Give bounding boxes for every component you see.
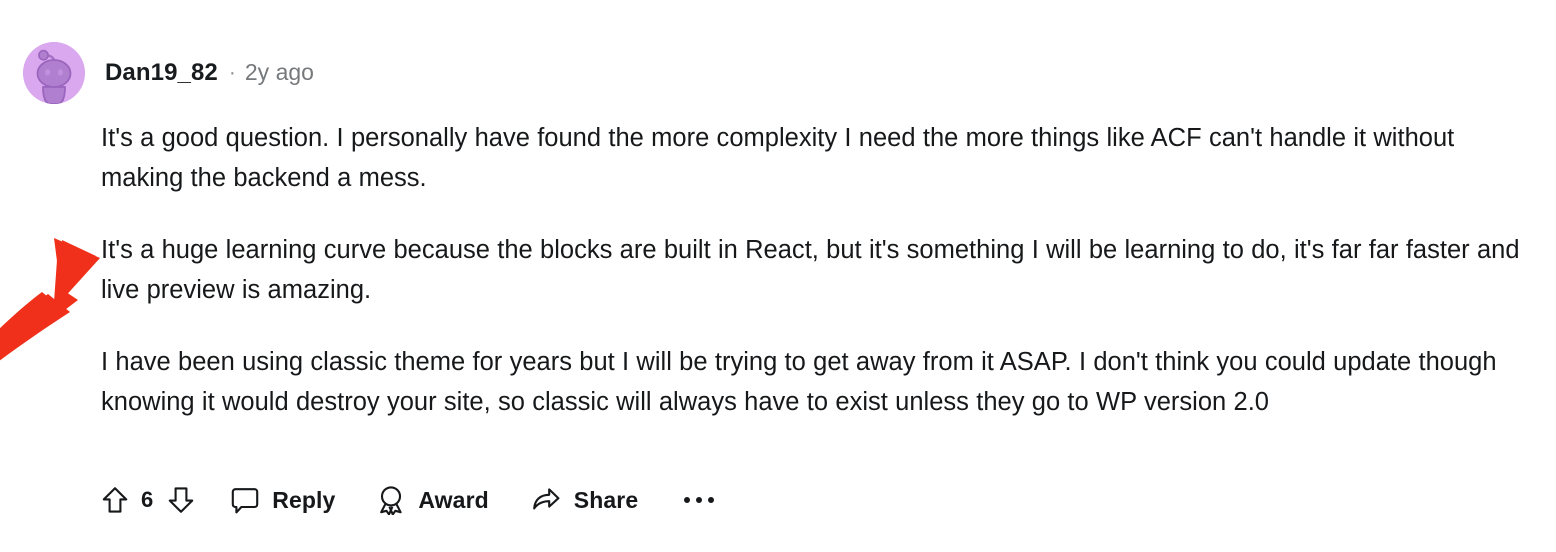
upvote-arrow-icon[interactable] — [101, 485, 129, 515]
reply-button[interactable]: Reply — [231, 486, 335, 515]
comment-paragraph: I have been using classic theme for year… — [101, 348, 1497, 416]
award-medal-icon — [377, 485, 405, 515]
award-button[interactable]: Award — [377, 485, 489, 515]
downvote-arrow-icon[interactable] — [167, 485, 195, 515]
meta-separator: · — [228, 61, 236, 84]
more-options-icon[interactable] — [684, 497, 715, 503]
reddit-comment: Dan19_82 · 2y ago It's a good question. … — [0, 0, 1556, 552]
overflow-dot — [684, 497, 691, 503]
comment-bubble-icon — [231, 486, 259, 515]
award-label: Award — [418, 486, 489, 513]
snoo-avatar-icon — [23, 42, 85, 104]
share-arrow-icon — [531, 486, 561, 514]
vote-count: 6 — [141, 487, 154, 512]
comment-paragraph: It's a huge learning curve because the b… — [101, 236, 1520, 304]
vote-group: 6 — [101, 485, 195, 515]
comment-meta: Dan19_82 · 2y ago — [105, 59, 314, 87]
comment-paragraph: It's a good question. I personally have … — [101, 124, 1455, 192]
overflow-dot — [696, 497, 703, 503]
comment-timestamp: 2y ago — [244, 59, 314, 85]
comment-action-bar: 6 Reply Award Share — [101, 479, 715, 521]
reply-label: Reply — [272, 486, 336, 513]
share-label: Share — [573, 486, 639, 513]
avatar[interactable] — [23, 42, 85, 104]
share-button[interactable]: Share — [531, 486, 638, 514]
overflow-dot — [708, 497, 715, 503]
comment-header: Dan19_82 · 2y ago — [23, 42, 314, 104]
author-username[interactable]: Dan19_82 — [105, 59, 218, 87]
comment-body: It's a good question. I personally have … — [101, 118, 1531, 422]
